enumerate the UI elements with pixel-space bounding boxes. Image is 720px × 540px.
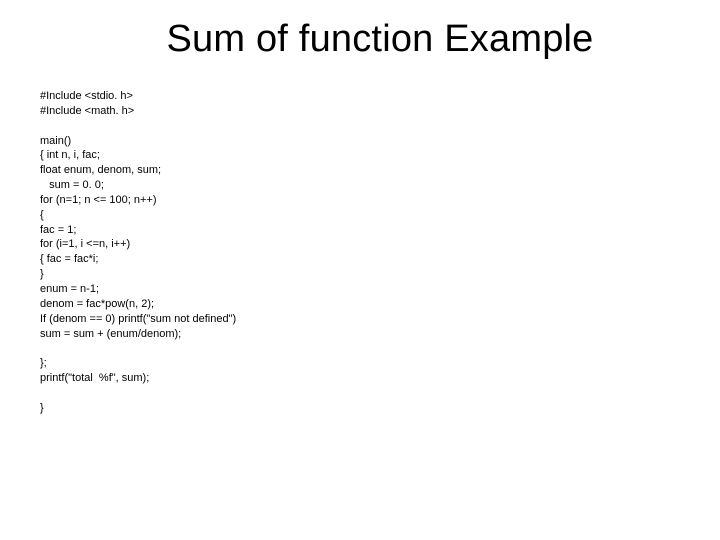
code-block: #Include <stdio. h> #Include <math. h> m… (40, 89, 680, 416)
slide: Sum of function Example #Include <stdio.… (0, 0, 720, 540)
page-title: Sum of function Example (40, 18, 680, 61)
